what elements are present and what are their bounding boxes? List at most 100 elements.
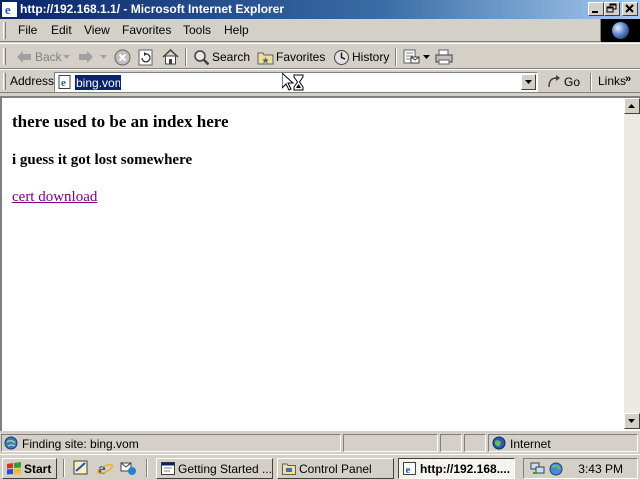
menu-favorites[interactable]: Favorites: [122, 23, 171, 37]
chevron-down-icon: [525, 80, 532, 84]
window-title: http://192.168.1.1/ - Microsoft Internet…: [20, 2, 285, 16]
favorites-button[interactable]: Favorites: [257, 48, 325, 66]
minimize-button[interactable]: [588, 2, 604, 16]
menu-edit[interactable]: Edit: [51, 23, 72, 37]
arrow-down-icon: [628, 419, 635, 423]
forward-dropdown[interactable]: [100, 48, 107, 66]
quicklaunch-ie[interactable]: e: [96, 459, 114, 478]
svg-text:e: e: [61, 77, 66, 89]
menubar-grip[interactable]: [3, 22, 6, 39]
print-button[interactable]: [435, 48, 453, 66]
links-separator: [590, 73, 592, 91]
chevron-down-icon: [100, 55, 107, 59]
links-chevron-icon[interactable]: »: [625, 73, 631, 85]
task-getting-started[interactable]: Getting Started ...: [156, 458, 273, 479]
menu-bar: File Edit View Favorites Tools Help: [0, 19, 640, 42]
menu-help[interactable]: Help: [224, 23, 249, 37]
quicklaunch-outlook[interactable]: [119, 459, 137, 477]
start-button[interactable]: Start: [2, 458, 57, 479]
page-loading-icon: [4, 436, 18, 450]
forward-arrow-icon: [79, 51, 93, 63]
ie-page-icon: e: [58, 75, 71, 89]
activity-throbber: [600, 19, 640, 42]
menu-tools[interactable]: Tools: [183, 23, 211, 37]
go-button[interactable]: Go: [546, 73, 580, 91]
favorites-folder-icon: [257, 52, 274, 64]
search-icon: [194, 49, 210, 65]
menu-view[interactable]: View: [84, 23, 110, 37]
start-label: Start: [24, 462, 52, 476]
page-subheading: i guess it got lost somewhere: [12, 152, 193, 168]
close-button[interactable]: [622, 2, 638, 16]
quicklaunch-desktop[interactable]: [72, 459, 90, 477]
title-bar[interactable]: e http://192.168.1.1/ - Microsoft Intern…: [0, 0, 640, 19]
links-button[interactable]: Links: [598, 74, 626, 88]
home-icon: [162, 49, 179, 65]
toolbar-separator: [395, 48, 397, 66]
menu-file[interactable]: File: [18, 23, 37, 37]
home-button[interactable]: [162, 48, 179, 66]
search-button[interactable]: Search: [193, 48, 250, 66]
history-label: History: [352, 50, 390, 64]
scroll-down-button[interactable]: [624, 413, 640, 429]
cert-download-link[interactable]: cert download: [12, 189, 97, 206]
taskbar: Start e Getting Started ... Control Pane…: [0, 454, 640, 480]
addressbar-grip[interactable]: [3, 73, 6, 90]
printer-icon: [435, 49, 453, 65]
standard-toolbar: Back Search Favorites History: [0, 43, 640, 69]
go-arrow-icon: [548, 75, 560, 88]
toolbar-separator: [185, 48, 187, 66]
address-input[interactable]: [75, 75, 121, 90]
back-dropdown[interactable]: [63, 48, 70, 66]
globe-icon: [612, 22, 629, 39]
ie-logo-icon: e: [2, 2, 17, 17]
zone-label: Internet: [510, 437, 551, 451]
network-connection-icon[interactable]: [530, 461, 546, 476]
status-bar: Finding site: bing.vom Internet: [0, 433, 640, 453]
task-label: Control Panel: [299, 462, 372, 476]
outlook-express-icon: [120, 462, 136, 475]
vertical-scrollbar[interactable]: [624, 98, 640, 429]
status-panel-extra: [464, 434, 486, 452]
show-desktop-icon: [73, 460, 88, 475]
address-dropdown-button[interactable]: [521, 74, 536, 90]
mail-icon: [403, 49, 420, 64]
system-tray: 3:43 PM: [523, 458, 638, 479]
stop-button[interactable]: [114, 48, 131, 66]
close-icon: [625, 4, 634, 13]
task-internet-explorer[interactable]: e http://192.168....: [398, 458, 515, 479]
busy-cursor-icon: [282, 73, 304, 91]
mail-button[interactable]: [403, 48, 430, 66]
internet-explorer-icon: e: [96, 459, 114, 478]
status-progress-panel: [343, 434, 438, 452]
address-bar: Address e Go Links »: [0, 69, 640, 93]
page-heading: there used to be an index here: [12, 112, 229, 131]
quicklaunch-separator: [63, 459, 65, 477]
history-button[interactable]: History: [333, 48, 389, 66]
restore-icon: [606, 3, 617, 13]
go-label: Go: [564, 75, 581, 89]
svg-text:e: e: [5, 2, 11, 17]
back-label: Back: [35, 50, 62, 64]
maximize-button[interactable]: [604, 2, 620, 16]
control-panel-icon: [282, 463, 296, 475]
chevron-down-icon: [63, 55, 70, 59]
status-text: Finding site: bing.vom: [22, 437, 139, 451]
page-viewport[interactable]: there used to be an index here i guess i…: [0, 96, 640, 431]
back-arrow-icon: [17, 51, 31, 63]
address-label: Address: [10, 74, 55, 88]
volume-icon[interactable]: [548, 461, 564, 476]
svg-text:e: e: [406, 464, 411, 475]
toolbar-grip[interactable]: [3, 48, 6, 65]
status-panel-lock: [440, 434, 462, 452]
scroll-up-button[interactable]: [624, 98, 640, 114]
task-control-panel[interactable]: Control Panel: [277, 458, 394, 479]
back-button[interactable]: Back: [16, 48, 62, 66]
chevron-down-icon: [423, 55, 430, 59]
refresh-button[interactable]: [138, 48, 154, 66]
forward-button[interactable]: [78, 48, 94, 66]
status-zone-panel: Internet: [488, 434, 638, 452]
clock[interactable]: 3:43 PM: [578, 462, 623, 476]
internet-zone-icon: [492, 436, 506, 450]
stop-icon: [114, 49, 131, 65]
